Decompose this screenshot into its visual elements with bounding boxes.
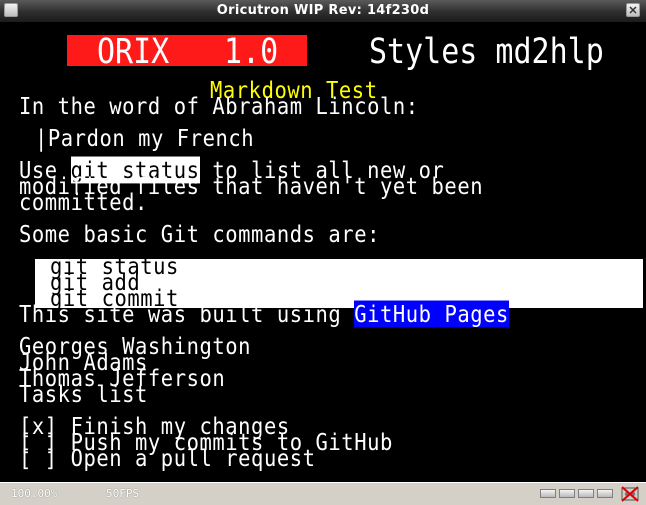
committed-line: committed. [19,188,148,216]
drive-led-icon [578,489,594,498]
orix-label: ORIX [97,32,170,73]
close-icon [629,6,637,14]
orix-banner: ORIX 1.0 [67,32,307,72]
built-prefix: This site was built using [19,300,355,328]
window-close-button[interactable] [626,3,640,17]
window-title: Oricutron WIP Rev: 14f230d [216,3,430,18]
blockquote-line: |Pardon my French [35,124,255,152]
status-bar: 100.00% - 50FPS [0,482,646,505]
github-pages-link[interactable]: GitHub Pages [354,300,509,328]
lincoln-line: In the word of Abraham Lincoln: [19,92,419,120]
orix-version: 1.0 [224,32,279,73]
built-line: This site was built using GitHub Pages [19,300,509,328]
commands-intro: Some basic Git commands are: [19,220,380,248]
drive-led-icon [597,489,613,498]
zoom-readout: 100.00% - [11,487,71,500]
styles-banner: Styles md2hlp [369,32,604,73]
tape-icon [621,486,639,502]
fps-readout: 50FPS [106,487,140,500]
window-titlebar[interactable]: Oricutron WIP Rev: 14f230d [0,0,646,23]
drive-led-icon [540,489,556,498]
emulator-screen[interactable]: ORIX 1.0 Styles md2hlp Markdown Test In … [0,23,646,482]
task-item: [ ] Open a pull request [19,444,316,472]
drive-led-icon [559,489,575,498]
tasks-heading: Tasks list [19,380,148,408]
